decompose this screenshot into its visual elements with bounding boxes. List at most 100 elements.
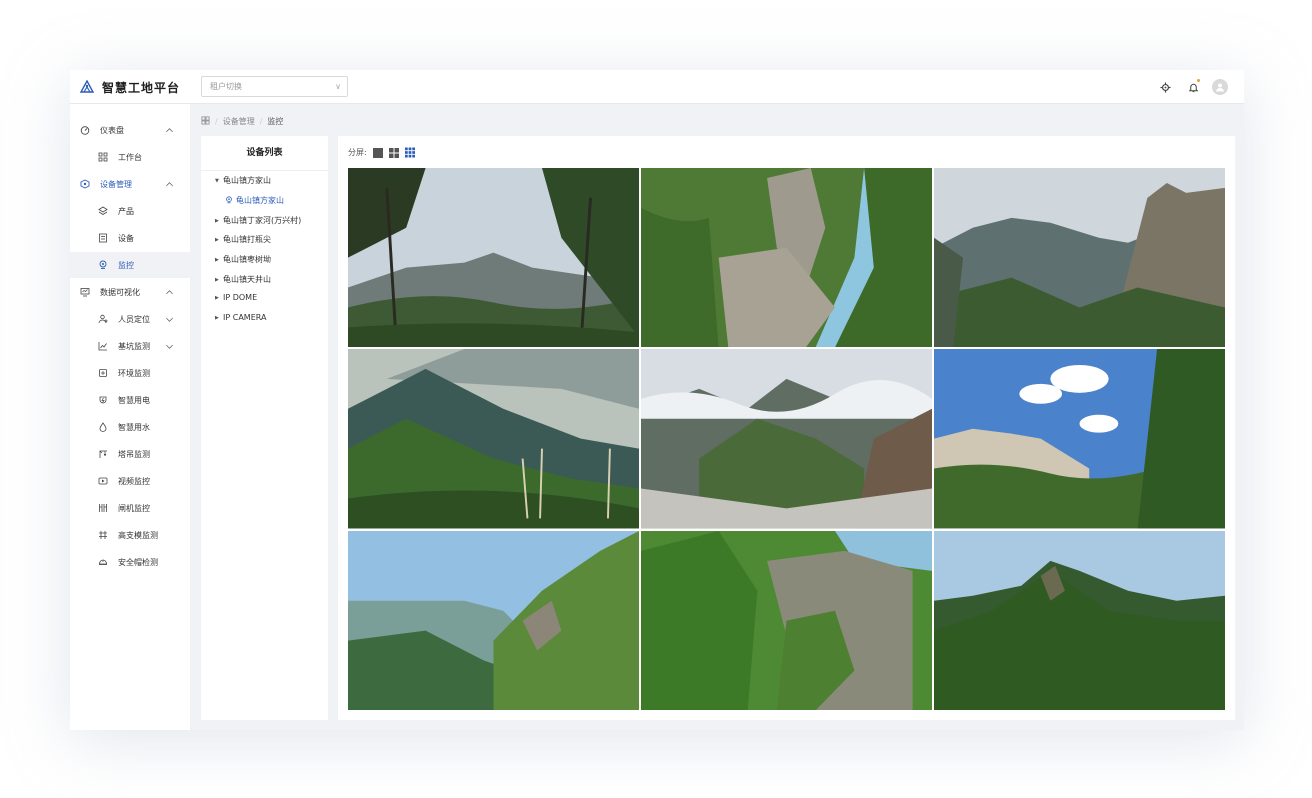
tree-node[interactable]: ▼ 龟山镇方家山 [215, 175, 271, 186]
sidebar-item-device[interactable]: 设备管理 [70, 171, 190, 197]
sidebar-item-label: 数据可视化 [100, 287, 140, 297]
camera-grid-panel: 分屏: [338, 136, 1235, 720]
tree-node-label: IP DOME [223, 293, 258, 302]
video-frame [641, 168, 932, 348]
chevron-up-icon[interactable] [164, 125, 174, 135]
sidebar-item-water[interactable]: 智慧用水 [70, 414, 190, 440]
tree-node-label: IP CAMERA [223, 313, 267, 322]
sidebar-item-person[interactable]: 人员定位 [70, 306, 190, 332]
sidebar-item-label: 视频监控 [118, 476, 150, 486]
list-icon [98, 233, 108, 243]
sidebar-item-grid[interactable]: 工作台 [70, 144, 190, 170]
home-icon[interactable] [201, 115, 210, 127]
tree-node[interactable]: ▶ IP CAMERA [215, 313, 266, 322]
sidebar-item-helmet[interactable]: 安全帽检测 [70, 549, 190, 575]
chevron-up-icon[interactable] [164, 287, 174, 297]
water-icon [98, 422, 108, 432]
sidebar-item-label: 工作台 [118, 152, 142, 162]
sidebar-item-label: 安全帽检测 [118, 557, 158, 567]
video-frame [348, 349, 639, 529]
formwork-icon [98, 530, 108, 540]
camera-feed-9[interactable] [934, 530, 1225, 710]
sidebar-item-crane[interactable]: 塔吊监测 [70, 441, 190, 467]
breadcrumb-separator: / [215, 116, 218, 126]
camera-feed-6[interactable] [934, 349, 1225, 529]
breadcrumb: / 设备管理 / 监控 [201, 115, 283, 127]
video-frame [934, 530, 1225, 710]
camera-feed-5[interactable] [641, 349, 932, 529]
sidebar-item-power[interactable]: 智慧用电 [70, 387, 190, 413]
chevron-down-icon[interactable] [164, 314, 174, 324]
chart-icon [98, 341, 108, 351]
sidebar-item-label: 环境监测 [118, 368, 150, 378]
sidebar-item-monitor[interactable]: 数据可视化 [70, 279, 190, 305]
video-frame [641, 530, 932, 710]
caret-right-icon[interactable]: ▶ [215, 295, 223, 301]
sidebar-item-camera[interactable]: 监控 [70, 252, 190, 278]
caret-down-icon[interactable]: ▼ [215, 178, 223, 184]
env-icon [98, 368, 108, 378]
camera-feed-2[interactable] [641, 168, 932, 348]
camera-feed-7[interactable] [348, 530, 639, 710]
tree-node[interactable]: ▶ 龟山镇打瓶尖 [215, 234, 271, 245]
camera-feed-4[interactable] [348, 349, 639, 529]
tenant-select-placeholder: 租户切换 [210, 82, 242, 91]
grid-icon [98, 152, 108, 162]
split-2x2-button[interactable] [388, 147, 399, 158]
camera-feed-3[interactable] [934, 168, 1225, 348]
nine-view-icon [404, 147, 415, 158]
brand[interactable]: 智慧工地平台 [80, 78, 180, 96]
sidebar-item-label: 智慧用水 [118, 422, 150, 432]
split-1x1-button[interactable] [372, 147, 383, 158]
app-window: 智慧工地平台 租户切换 ∨ 仪表盘 工作台 设备管理 产品 设备 监控 数据可视… [70, 70, 1244, 730]
split-label: 分屏: [348, 148, 367, 157]
sidebar-item-env[interactable]: 环境监测 [70, 360, 190, 386]
tree-node[interactable]: ▶ 龟山镇枣树坳 [215, 254, 271, 265]
sidebar-item-dashboard[interactable]: 仪表盘 [70, 117, 190, 143]
sidebar-item-label: 高支模监测 [118, 530, 158, 540]
device-tree-title: 设备列表 [201, 136, 328, 171]
sidebar-item-label: 人员定位 [118, 314, 150, 324]
tenant-select[interactable]: 租户切换 ∨ [201, 76, 348, 97]
tree-node[interactable]: ▶ 龟山镇丁家河(万兴村) [215, 215, 301, 226]
sidebar-item-video[interactable]: 视频监控 [70, 468, 190, 494]
single-view-icon [372, 147, 383, 158]
bell-icon [1188, 83, 1198, 92]
sidebar-item-formwork[interactable]: 高支模监测 [70, 522, 190, 548]
camera-feed-8[interactable] [641, 530, 932, 710]
caret-right-icon[interactable]: ▶ [215, 218, 223, 224]
sidebar-item-gate[interactable]: 闸机监控 [70, 495, 190, 521]
caret-right-icon[interactable]: ▶ [215, 257, 223, 263]
video-frame [348, 530, 639, 710]
user-icon [1216, 83, 1224, 92]
sidebar-item-chart[interactable]: 基坑监测 [70, 333, 190, 359]
avatar[interactable] [1212, 79, 1228, 95]
tree-leaf-camera[interactable]: 龟山镇方家山 [225, 195, 284, 206]
device-icon [80, 179, 90, 189]
chevron-up-icon[interactable] [164, 179, 174, 189]
gate-icon [98, 503, 108, 513]
sidebar-item-layers[interactable]: 产品 [70, 198, 190, 224]
notifications-button[interactable] [1184, 78, 1202, 96]
device-tree-panel: 设备列表 ▼ 龟山镇方家山 龟山镇方家山 ▶ 龟山镇丁家河(万兴村) ▶ 龟山镇打瓶尖 ▶ 龟山… [201, 136, 328, 720]
camera-icon [225, 195, 233, 206]
tree-node-label: 龟山镇丁家河(万兴村) [223, 216, 302, 225]
sidebar-item-label: 产品 [118, 206, 134, 216]
settings-button[interactable] [1156, 78, 1174, 96]
caret-right-icon[interactable]: ▶ [215, 277, 223, 283]
sidebar-item-label: 智慧用电 [118, 395, 150, 405]
caret-right-icon[interactable]: ▶ [215, 315, 223, 321]
caret-right-icon[interactable]: ▶ [215, 237, 223, 243]
crane-icon [98, 449, 108, 459]
video-frame [934, 349, 1225, 529]
chevron-down-icon[interactable] [164, 341, 174, 351]
tree-node[interactable]: ▶ IP DOME [215, 293, 257, 302]
breadcrumb-separator: / [259, 116, 263, 126]
sidebar-item-label: 基坑监测 [118, 341, 150, 351]
split-3x3-button[interactable] [404, 147, 415, 158]
tree-node[interactable]: ▶ 龟山镇天井山 [215, 274, 271, 285]
breadcrumb-level1[interactable]: 设备管理 [223, 116, 255, 127]
video-icon [98, 476, 108, 486]
camera-feed-1[interactable] [348, 168, 639, 348]
sidebar-item-list[interactable]: 设备 [70, 225, 190, 251]
